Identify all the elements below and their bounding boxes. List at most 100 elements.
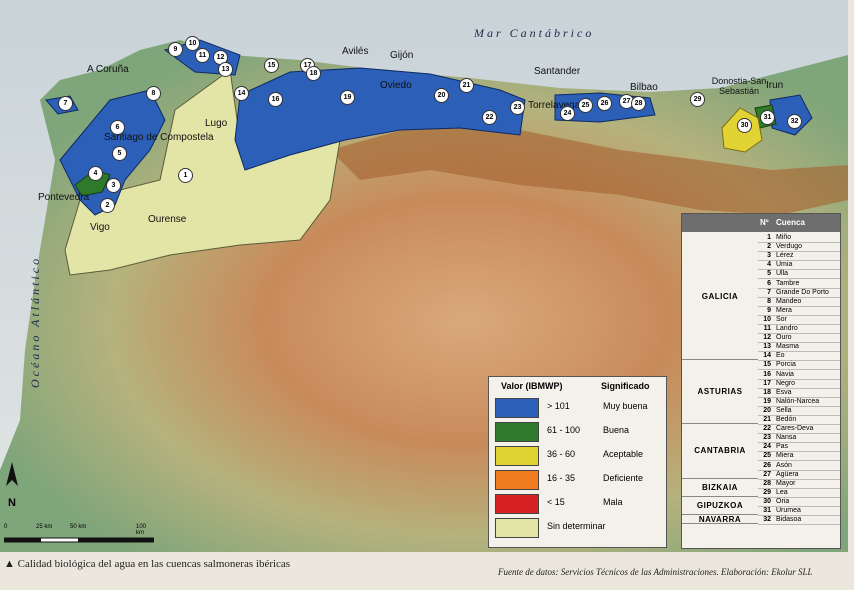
basin-number: 3	[767, 252, 771, 260]
basin-name: Urumea	[776, 507, 801, 514]
basin-marker: 19	[340, 90, 355, 105]
city-label: Ourense	[148, 214, 187, 225]
basin-name: Ulla	[776, 270, 789, 278]
legend-row: < 15 Mala	[493, 493, 661, 514]
basin-marker: 9	[168, 42, 183, 57]
region-label: NAVARRA	[682, 515, 758, 525]
basin-number: 31	[763, 507, 771, 514]
legend-value: 36 - 60	[547, 449, 576, 459]
basin-name: Navia	[776, 370, 794, 378]
basin-marker: 23	[510, 100, 525, 115]
map-figure: Mar Cantábrico Océano Atlántico A Coruña…	[0, 0, 854, 590]
basin-name: Agüera	[776, 470, 799, 478]
basin-name: Cares-Deva	[776, 425, 814, 433]
basin-name: Pas	[776, 443, 789, 451]
basin-marker: 2	[100, 198, 115, 213]
legend-swatch	[495, 494, 539, 514]
north-arrow-icon	[6, 462, 18, 486]
data-source: Fuente de datos: Servicios Técnicos de l…	[498, 567, 813, 577]
region-label: ASTURIAS	[682, 360, 758, 425]
legend-header-meaning: Significado	[601, 381, 650, 391]
basin-name: Nalón-Narcea	[776, 397, 820, 405]
basin-marker: 14	[234, 86, 249, 101]
basin-number: 6	[767, 279, 771, 287]
basin-number: 24	[763, 443, 771, 451]
basin-number: 5	[767, 270, 771, 278]
legend-meaning: Deficiente	[603, 473, 644, 483]
basin-number: 11	[763, 325, 771, 332]
legend-meaning: Mala	[603, 497, 623, 507]
basin-number: 12	[763, 334, 771, 342]
basin-name: Umia	[776, 261, 793, 269]
basin-marker: 28	[631, 96, 646, 111]
region-label: GALICIA	[682, 233, 758, 361]
region-label: BIZKAIA	[682, 479, 758, 497]
basin-number: 18	[763, 388, 771, 396]
legend-swatch	[495, 518, 539, 538]
basin-name: Mayor	[776, 479, 796, 487]
basin-name: Landro	[776, 325, 798, 332]
figure-caption: ▲ Calidad biológica del agua en las cuen…	[4, 558, 291, 570]
basin-number: 22	[763, 425, 771, 433]
legend-swatch	[495, 470, 539, 490]
basin-name: Nansa	[776, 434, 797, 442]
basin-number: 15	[763, 361, 771, 369]
basin-name: Tambre	[776, 279, 800, 287]
region-label: CANTABRIA	[682, 424, 758, 479]
basin-name: Sor	[776, 315, 787, 323]
legend: Valor (IBMWP) Significado > 101 Muy buen…	[488, 376, 667, 548]
basin-table: Nº Cuenca GALICIA 1 Miño 2 Verdugo 3 Lérez 4 Umi…	[681, 213, 841, 549]
basin-name: Ouro	[776, 334, 792, 342]
legend-row: 61 - 100 Buena	[493, 421, 661, 442]
basin-marker: 26	[597, 96, 612, 111]
region-label: GIPUZKOA	[682, 497, 758, 516]
basin-number: 20	[763, 406, 771, 414]
basin-marker: 30	[737, 118, 752, 133]
header-number: Nº	[760, 218, 769, 227]
basin-marker: 24	[560, 106, 575, 121]
sea-label: Mar Cantábrico	[474, 26, 595, 40]
basin-name: Mandeo	[776, 297, 802, 305]
basin-marker: 15	[264, 58, 279, 73]
basin-marker: 18	[306, 66, 321, 81]
legend-row: 36 - 60 Aceptable	[493, 445, 661, 466]
basin-name: Negro	[776, 379, 796, 387]
basin-number: 19	[763, 397, 771, 405]
city-label: Vigo	[90, 222, 110, 233]
city-label: A Coruña	[87, 64, 129, 75]
basin-marker: 20	[434, 88, 449, 103]
basin-number: 32	[763, 516, 771, 524]
city-label: Oviedo	[380, 80, 412, 91]
scale-label: 0	[4, 524, 8, 530]
basin-number: 13	[763, 343, 771, 351]
basin-marker: 4	[88, 166, 103, 181]
scale-label: 50 km	[70, 524, 87, 530]
basin-table-header: Nº Cuenca	[682, 214, 840, 232]
basin-number: 17	[763, 379, 771, 387]
legend-row: Sin determinar	[493, 517, 661, 538]
scale-label: 100 km	[136, 524, 147, 536]
basin-marker: 13	[218, 62, 233, 77]
legend-value: > 101	[547, 401, 570, 411]
basin-number: 10	[763, 315, 771, 323]
basin-marker: 1	[178, 168, 193, 183]
basin-marker: 5	[112, 146, 127, 161]
basin-number: 14	[763, 352, 771, 360]
basin-marker: 8	[146, 86, 161, 101]
legend-row: 16 - 35 Deficiente	[493, 469, 661, 490]
city-label: Irun	[766, 80, 784, 91]
ocean-label: Océano Atlántico	[28, 255, 42, 388]
basin-number: 23	[763, 434, 771, 442]
legend-swatch	[495, 422, 539, 442]
basin-marker: 22	[482, 110, 497, 125]
basin-name: Mera	[776, 306, 792, 314]
city-label: Pontevedra	[38, 192, 90, 203]
legend-swatch	[495, 398, 539, 418]
legend-value: < 15	[547, 497, 565, 507]
city-label: Gijón	[390, 50, 414, 61]
legend-value: 61 - 100	[547, 425, 581, 435]
city-label: Santander	[534, 66, 581, 77]
basin-name: Esva	[776, 388, 792, 396]
basin-number: 7	[767, 288, 771, 296]
legend-meaning: Muy buena	[603, 401, 648, 411]
